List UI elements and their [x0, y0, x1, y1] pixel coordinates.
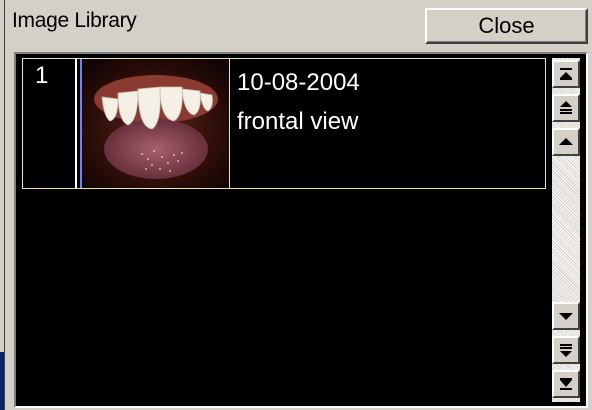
scroll-first-button[interactable]: [552, 60, 580, 88]
scroll-last-icon: [560, 378, 572, 390]
background-window-selection: [0, 352, 4, 410]
scroll-page-up-icon: [560, 101, 572, 114]
close-button[interactable]: Close: [425, 8, 588, 44]
scroll-page-down-icon: [560, 344, 572, 357]
dialog-title: Image Library: [12, 9, 137, 32]
image-list[interactable]: 1 10-08-2004 frontal view: [14, 52, 588, 408]
scroll-page-up-button[interactable]: [552, 94, 580, 122]
scroll-up-button[interactable]: [552, 128, 580, 156]
scroll-down-icon: [559, 313, 573, 320]
vertical-scrollbar[interactable]: [552, 58, 580, 402]
image-list-item[interactable]: 1 10-08-2004 frontal view: [22, 58, 546, 189]
item-caption: frontal view: [237, 108, 359, 135]
scroll-up-icon: [559, 138, 573, 145]
item-index-cell: 1: [23, 59, 77, 188]
image-thumbnail[interactable]: [80, 59, 230, 188]
scroll-down-button[interactable]: [552, 302, 580, 330]
scroll-last-button[interactable]: [552, 370, 580, 398]
mouth-photo-icon: [82, 59, 229, 188]
scroll-page-down-button[interactable]: [552, 336, 580, 364]
item-metadata: 10-08-2004 frontal view: [237, 63, 360, 141]
item-date: 10-08-2004: [237, 69, 360, 96]
image-library-dialog: Image Library Close 1 10-08-2004 frontal…: [5, 0, 592, 410]
item-index: 1: [35, 62, 49, 89]
scroll-first-icon: [560, 68, 572, 80]
